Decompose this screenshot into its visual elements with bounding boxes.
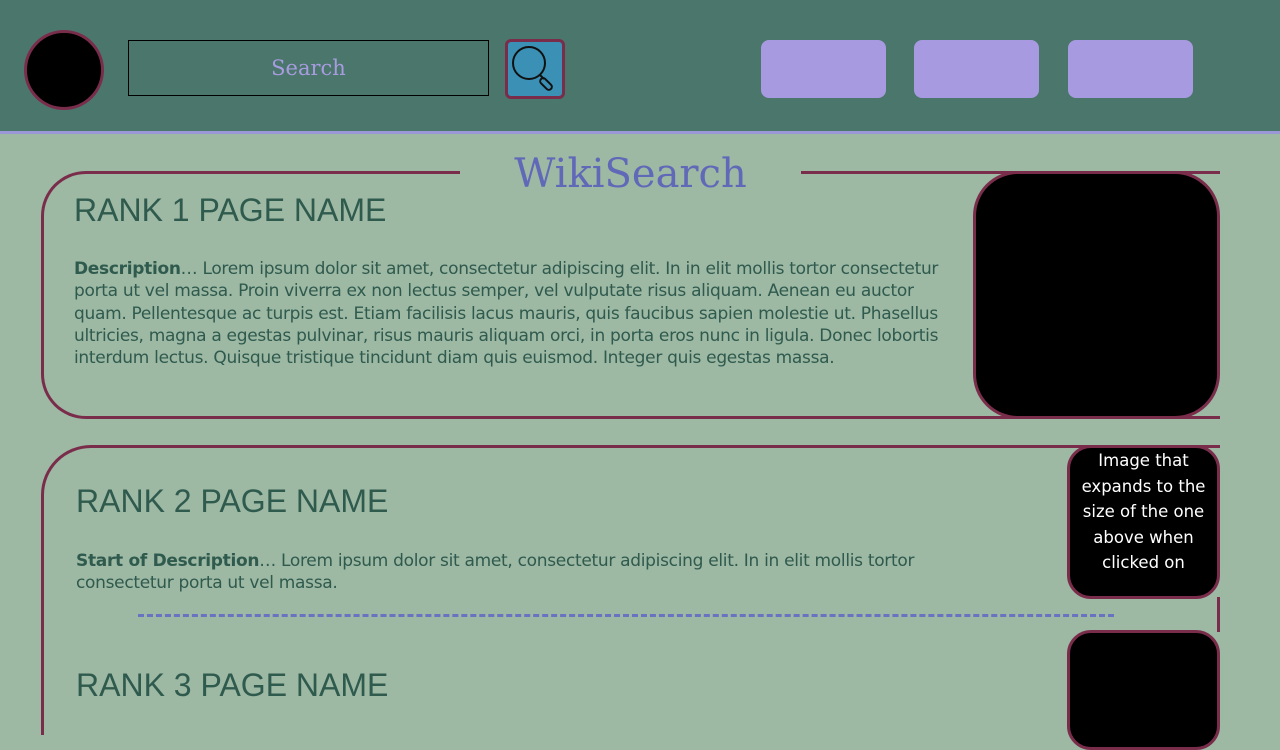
search-input[interactable] [128, 40, 489, 96]
result-1-image[interactable] [973, 171, 1220, 419]
description-label: Start of Description [76, 551, 260, 571]
top-bar [0, 0, 1280, 134]
nav-button-3[interactable] [1068, 40, 1193, 98]
result-2-description: Start of Description… Lorem ipsum dolor … [76, 550, 936, 595]
description-text: … Lorem ipsum dolor sit amet, consectetu… [74, 259, 939, 369]
result-2-title[interactable]: RANK 2 PAGE NAME [76, 483, 388, 520]
nav-button-1[interactable] [761, 40, 886, 98]
result-1-title[interactable]: RANK 1 PAGE NAME [74, 192, 386, 229]
result-divider [138, 614, 1114, 617]
search-button[interactable] [505, 39, 565, 99]
avatar[interactable] [24, 30, 104, 110]
description-label: Description [74, 259, 181, 279]
magnifier-icon [508, 42, 562, 96]
page-title: WikiSearch [460, 150, 801, 198]
result-2-image[interactable]: Image that expands to the size of the on… [1067, 445, 1220, 599]
result-1-description: Description… Lorem ipsum dolor sit amet,… [74, 258, 954, 369]
result-3-image[interactable] [1067, 630, 1220, 750]
card-border [1217, 597, 1220, 632]
result-3-title[interactable]: RANK 3 PAGE NAME [76, 667, 388, 704]
nav-button-2[interactable] [914, 40, 1039, 98]
